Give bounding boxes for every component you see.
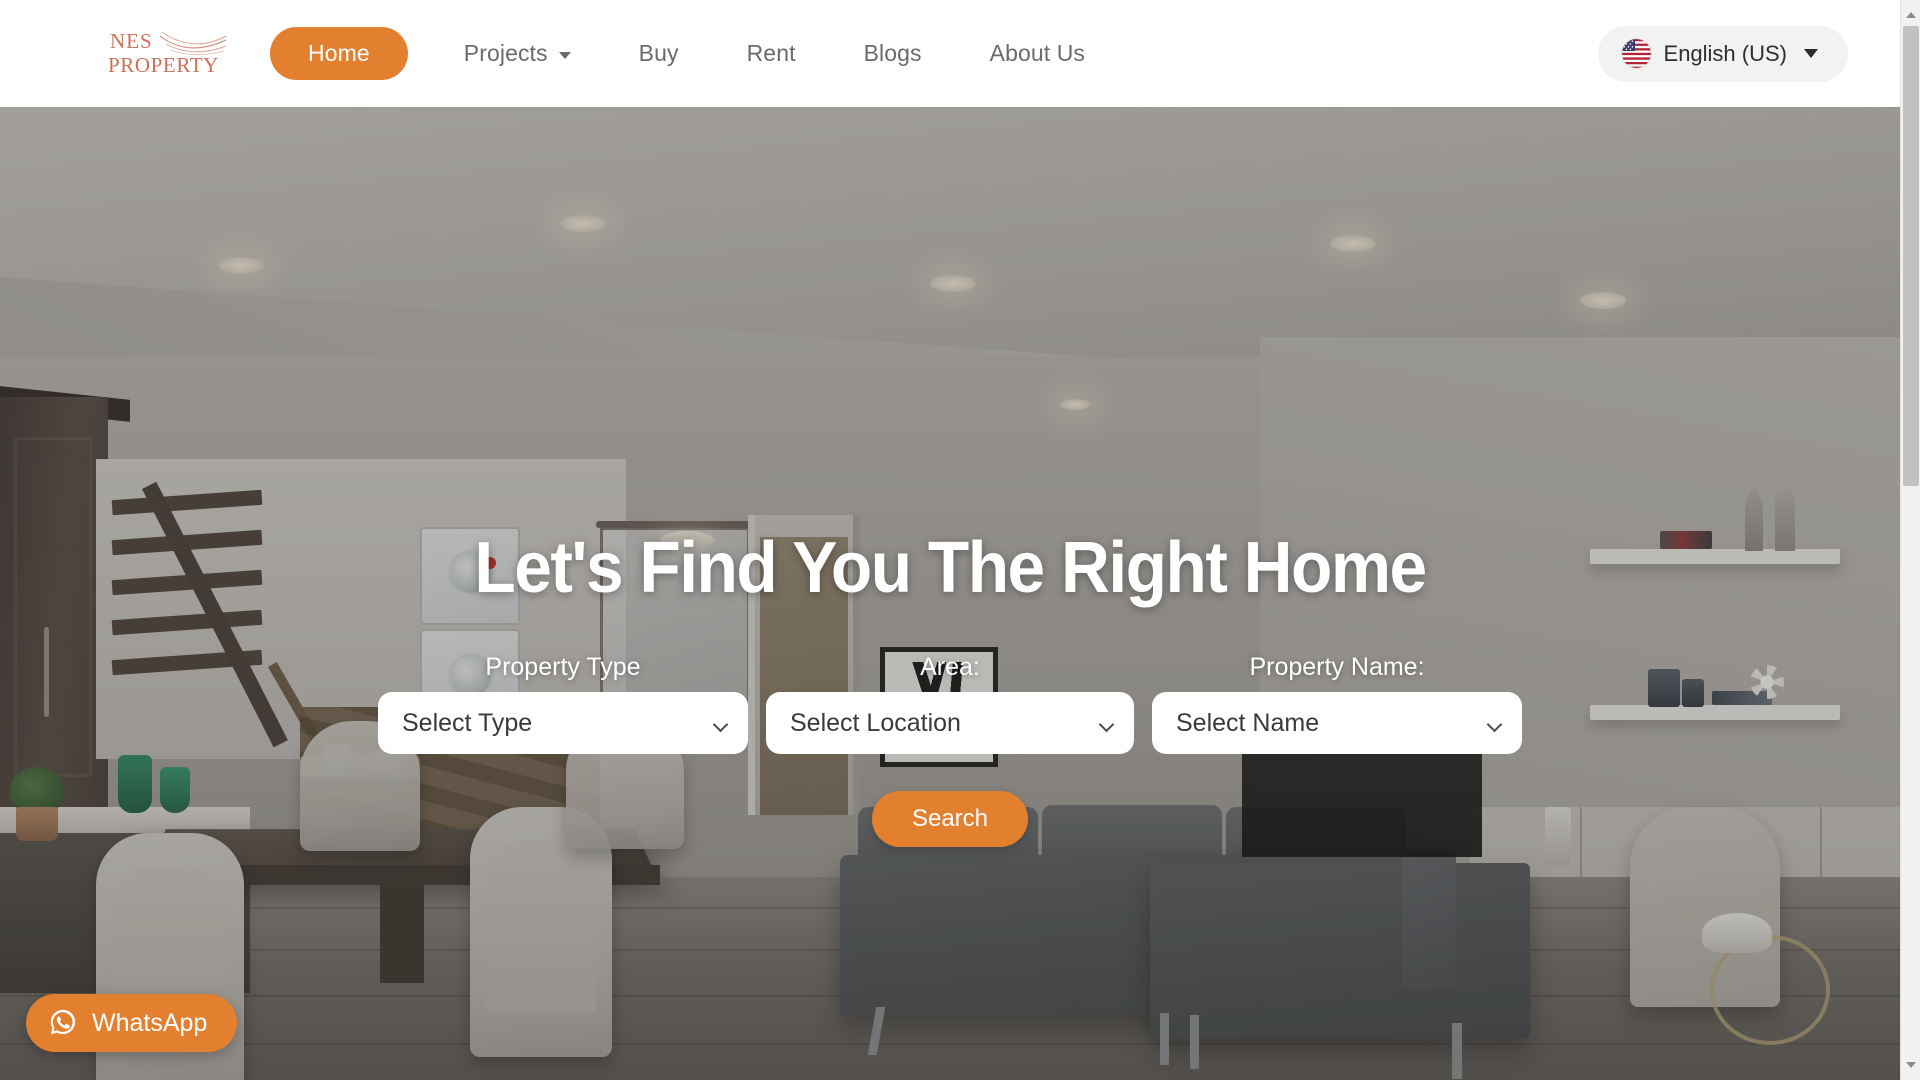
property-name-select[interactable]: Select Name [1152,692,1522,754]
page-content: NES PROPERTY Home Projects Buy Rent Blog… [0,0,1900,1080]
browser-viewport: NES PROPERTY Home Projects Buy Rent Blog… [0,0,1920,1080]
nav-item-label: About Us [989,40,1086,66]
property-name-select-wrap: Select Name [1152,692,1522,754]
logo-swoosh-icon: NES PROPERTY [108,29,227,77]
field-area: Area: Select Location [766,653,1134,754]
site-logo[interactable]: NES PROPERTY [108,26,228,82]
scroll-up-arrow-icon[interactable] [1905,12,1916,18]
nav-item-buy[interactable]: Buy [605,40,713,67]
whatsapp-icon [48,1007,78,1040]
chevron-down-icon [1804,49,1818,58]
us-flag-icon [1621,39,1651,68]
scroll-down-arrow-icon[interactable] [1905,1062,1916,1068]
svg-text:NES: NES [110,29,153,53]
language-label: English (US) [1663,40,1787,66]
nav-item-label: Projects [463,40,548,66]
language-selector[interactable]: English (US) [1597,25,1848,82]
field-property-type: Property Type Select Type [378,653,748,754]
nav-item-rent[interactable]: Rent [713,40,830,67]
search-button[interactable]: Search [871,791,1029,847]
site-header: NES PROPERTY Home Projects Buy Rent Blog… [0,0,1900,107]
area-label: Area: [920,653,980,681]
chevron-down-icon [558,52,571,59]
area-select[interactable]: Select Location [766,692,1134,754]
area-select-wrap: Select Location [766,692,1134,754]
scrollbar-thumb[interactable] [1903,26,1919,486]
hero-title: Let's Find You The Right Home [474,528,1427,608]
nav-item-about-us[interactable]: About Us [956,40,1119,67]
hero-section: Let's Find You The Right Home Property T… [0,107,1900,1080]
whatsapp-button[interactable]: WhatsApp [26,994,238,1052]
property-type-select-wrap: Select Type [378,692,748,754]
hero-content: Let's Find You The Right Home Property T… [0,107,1900,1080]
property-type-label: Property Type [485,653,641,681]
property-name-label: Property Name: [1249,653,1425,681]
nav-item-home[interactable]: Home [270,27,408,80]
field-property-name: Property Name: Select Name [1152,653,1522,754]
nav-item-projects[interactable]: Projects [430,40,605,67]
property-type-select[interactable]: Select Type [378,692,748,754]
svg-text:PROPERTY: PROPERTY [108,53,219,77]
property-search-form: Property Type Select Type Area: Select L… [378,653,1522,754]
main-navigation: Home Projects Buy Rent Blogs About Us [270,27,1119,80]
nav-item-label: Blogs [863,40,922,66]
whatsapp-label: WhatsApp [92,1008,208,1037]
nav-item-label: Home [308,40,370,66]
nav-item-label: Buy [638,40,679,66]
page-scrollbar[interactable] [1900,0,1920,1080]
nav-item-label: Rent [746,40,796,66]
nav-item-blogs[interactable]: Blogs [830,40,956,67]
